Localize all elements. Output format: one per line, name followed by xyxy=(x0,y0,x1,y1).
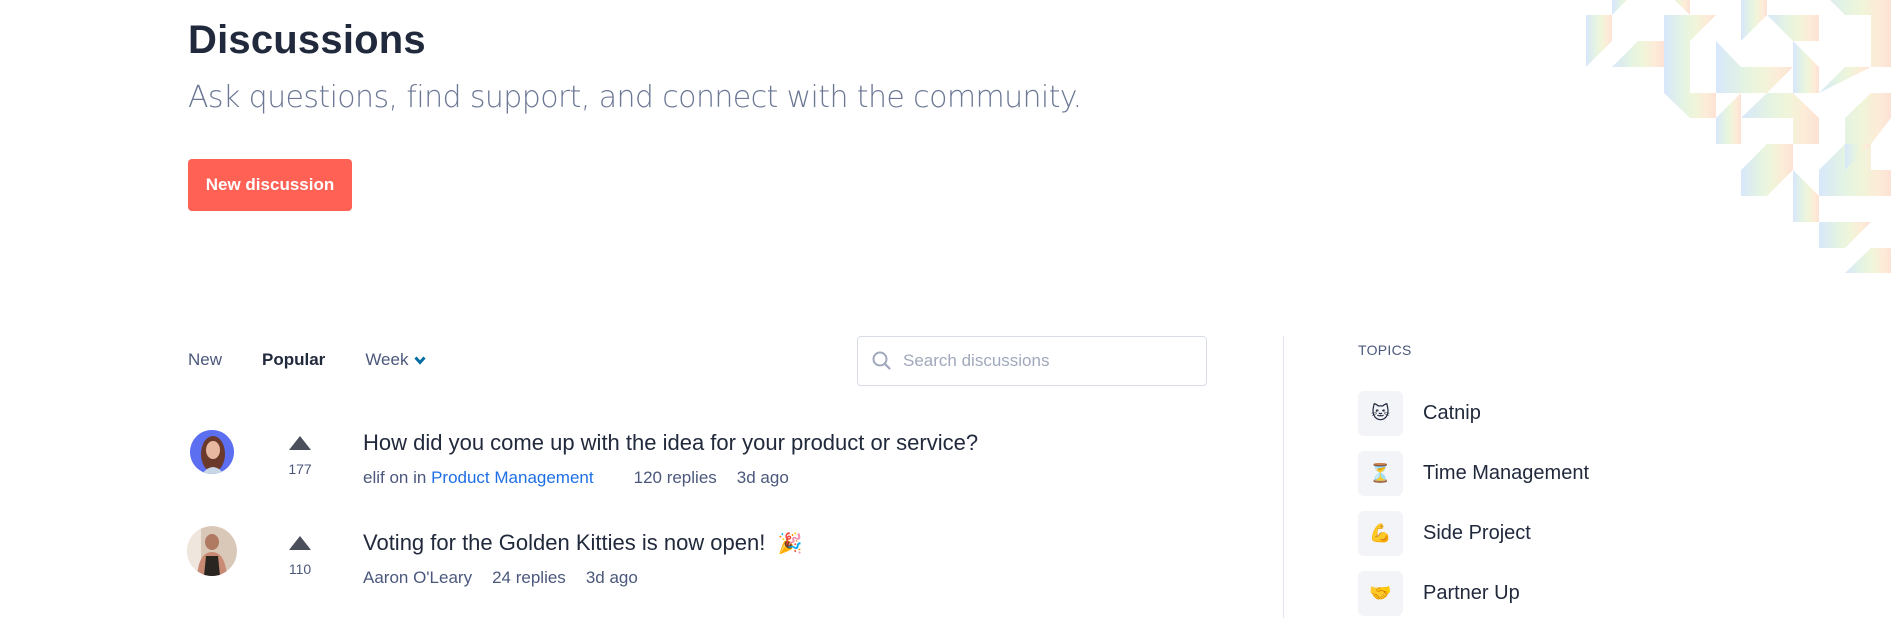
search-box[interactable] xyxy=(857,336,1207,386)
upvote-button[interactable]: 177 xyxy=(280,436,320,477)
new-discussion-button[interactable]: New discussion xyxy=(188,159,352,211)
sidebar-divider xyxy=(1283,336,1284,618)
author-name[interactable]: Aaron O'Leary xyxy=(363,568,472,588)
post-age: 3d ago xyxy=(736,468,789,487)
search-icon xyxy=(872,351,891,370)
author-name[interactable]: elif on in xyxy=(363,468,426,487)
upvote-arrow-icon xyxy=(289,536,311,550)
tab-popular[interactable]: Popular xyxy=(262,350,325,370)
topic-item-time-management[interactable]: ⏳ Time Management xyxy=(1358,451,1589,496)
avatar[interactable] xyxy=(187,526,237,576)
topics-heading: TOPICS xyxy=(1358,342,1412,358)
page-title: Discussions xyxy=(188,18,426,62)
tab-new[interactable]: New xyxy=(188,350,222,370)
period-dropdown-label: Week xyxy=(365,350,409,369)
discussion-title-text: Voting for the Golden Kitties is now ope… xyxy=(363,530,766,555)
discussion-row: 177 How did you come up with the idea fo… xyxy=(188,430,1228,510)
page-subtitle: Ask questions, find support, and connect… xyxy=(188,80,1082,115)
topic-link[interactable]: Product Management xyxy=(431,468,594,487)
cat-icon: 🐱 xyxy=(1358,391,1403,436)
flexed-biceps-icon: 💪 xyxy=(1358,511,1403,556)
search-input[interactable] xyxy=(901,350,1195,372)
decorative-pattern xyxy=(1586,0,1891,273)
avatar[interactable] xyxy=(190,430,234,474)
reply-count: 120 replies xyxy=(633,468,717,487)
topic-item-side-project[interactable]: 💪 Side Project xyxy=(1358,511,1531,556)
discussion-row: 110 Voting for the Golden Kitties is now… xyxy=(187,526,1228,610)
vote-count: 177 xyxy=(288,461,312,477)
party-popper-icon: 🎉 xyxy=(777,533,803,555)
topic-item-catnip[interactable]: 🐱 Catnip xyxy=(1358,391,1481,436)
hourglass-icon: ⏳ xyxy=(1358,451,1403,496)
upvote-arrow-icon xyxy=(289,436,311,450)
upvote-button[interactable]: 110 xyxy=(280,536,320,577)
chevron-down-icon xyxy=(414,355,427,365)
post-age: 3d ago xyxy=(585,568,638,587)
topic-label: Partner Up xyxy=(1423,582,1520,604)
discussion-title[interactable]: How did you come up with the idea for yo… xyxy=(363,430,978,456)
period-dropdown[interactable]: Week xyxy=(365,350,427,370)
discussion-meta: elif on in Product Management 120 replie… xyxy=(363,468,809,488)
filter-tabs: New Popular Week xyxy=(188,350,466,370)
topic-item-partner-up[interactable]: 🤝 Partner Up xyxy=(1358,571,1520,616)
discussion-title[interactable]: Voting for the Golden Kitties is now ope… xyxy=(363,530,802,556)
discussion-meta: Aaron O'Leary 24 replies 3d ago xyxy=(363,568,658,588)
handshake-icon: 🤝 xyxy=(1358,571,1403,616)
topic-label: Time Management xyxy=(1423,462,1589,484)
reply-count: 24 replies xyxy=(492,568,566,587)
vote-count: 110 xyxy=(288,561,312,577)
topic-label: Side Project xyxy=(1423,522,1531,544)
author-info: elif on in Product Management xyxy=(363,468,614,488)
topic-label: Catnip xyxy=(1423,402,1481,424)
